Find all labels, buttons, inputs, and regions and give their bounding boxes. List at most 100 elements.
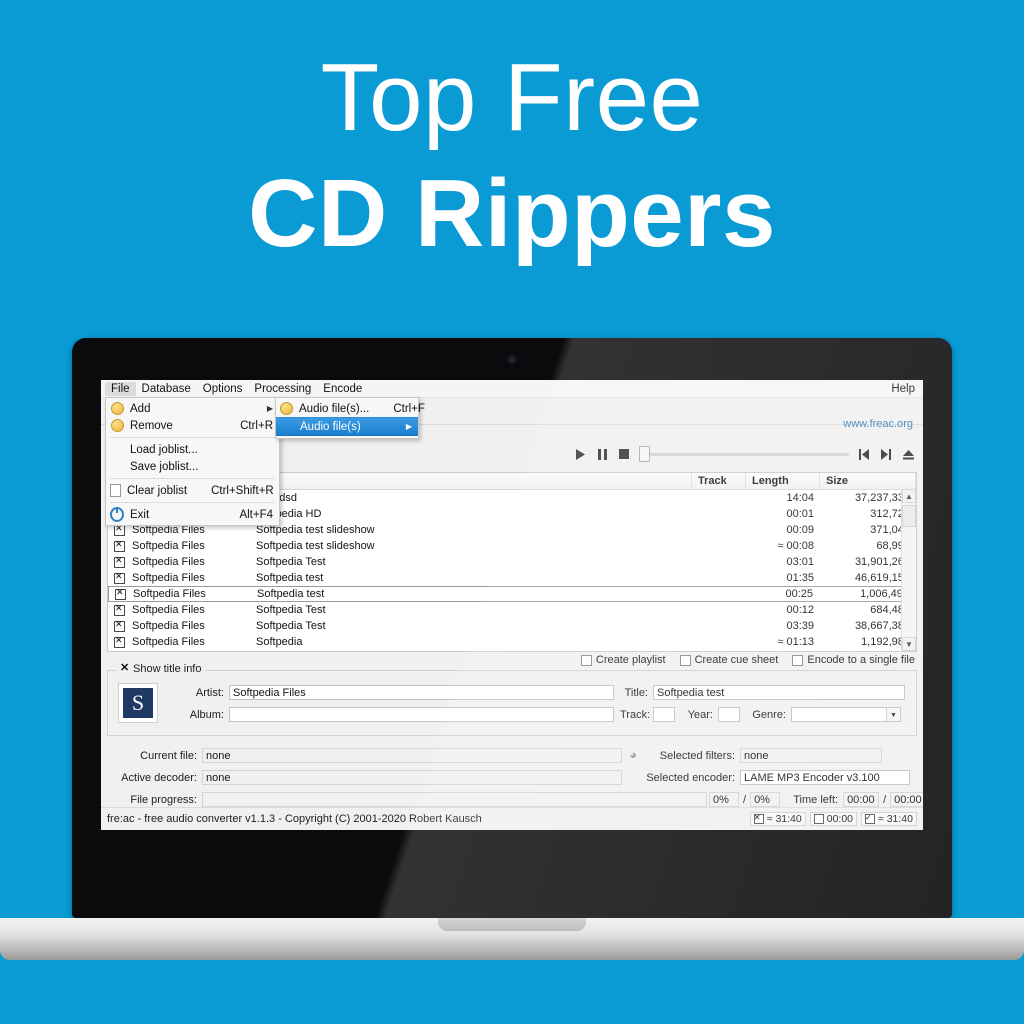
freac-application-window: File Database Options Processing Encode … — [101, 380, 923, 830]
menu-item-label: Load joblist... — [130, 443, 198, 456]
pause-icon[interactable] — [595, 447, 609, 461]
menu-item-audio-file-s[interactable]: Audio file(s)... Ctrl+F — [276, 400, 425, 417]
menu-processing[interactable]: Processing — [248, 382, 317, 396]
joblist-scrollbar[interactable]: ▲ ▼ — [901, 489, 916, 651]
artist-label: Artist: — [195, 686, 224, 699]
menu-item-save-joblist[interactable]: Save joblist... — [106, 458, 279, 475]
row-title: Softpedia Test — [256, 620, 326, 632]
previous-icon[interactable] — [857, 447, 871, 461]
table-row[interactable]: Softpedia FilesSoftpedia≈ 01:131,192,982 — [108, 634, 916, 650]
table-row[interactable]: Softpedia FilesSoftpedia Test00:12684,48… — [108, 602, 916, 618]
scroll-thumb[interactable] — [902, 505, 916, 527]
column-title[interactable]: Title — [250, 473, 692, 489]
genre-combobox[interactable]: ▼ — [791, 707, 901, 722]
row-artist: Softpedia Files — [132, 620, 205, 632]
table-row[interactable]: Softpedia Files Softpedia test slideshow ≈… — [108, 538, 916, 554]
row-length: 01:35 — [786, 572, 814, 584]
menu-item-shortcut: Ctrl+Shift+R — [211, 484, 274, 497]
menu-item-label: Audio file(s) — [300, 420, 361, 433]
menu-options[interactable]: Options — [197, 382, 249, 396]
checkbox-icon[interactable] — [580, 654, 592, 666]
row-artist: Softpedia Files — [132, 556, 205, 568]
show-title-info-label: Show title info — [133, 663, 202, 675]
artist-field[interactable]: Softpedia Files — [229, 685, 614, 700]
menu-item-remove[interactable]: Remove Ctrl+R — [106, 417, 279, 434]
table-row[interactable]: Softpedia FilesSoftpedia Test03:3938,667… — [108, 618, 916, 634]
option-encode-to-a-single-file[interactable]: Encode to a single file — [792, 654, 915, 666]
row-artist: Softpedia Files — [132, 540, 205, 552]
selected-encoder-value[interactable]: LAME MP3 Encoder v3.100 — [740, 770, 910, 785]
row-checkbox[interactable] — [108, 620, 126, 632]
scroll-down-icon[interactable]: ▼ — [902, 637, 916, 651]
option-label: Encode to a single file — [807, 654, 915, 666]
webcam-icon — [508, 356, 516, 363]
menu-item-load-joblist[interactable]: Load joblist... — [106, 441, 279, 458]
table-row[interactable]: Softpedia FilesSoftpedia Test03:0131,901… — [108, 554, 916, 570]
column-length[interactable]: Length — [746, 473, 820, 489]
menu-item-clear-joblist[interactable]: Clear joblist Ctrl+Shift+R — [106, 482, 279, 499]
checkbox-icon[interactable] — [792, 654, 804, 666]
file-progress-percent: 0% — [709, 792, 739, 807]
headline-line-2: CD Rippers — [248, 160, 776, 267]
row-title: Softpedia — [256, 636, 303, 648]
menu-database[interactable]: Database — [136, 382, 197, 396]
year-field[interactable] — [718, 707, 740, 722]
seek-slider[interactable] — [639, 446, 849, 462]
track-field[interactable] — [653, 707, 675, 722]
menu-item-add[interactable]: Add ▶ — [106, 400, 279, 417]
option-create-cue-sheet[interactable]: Create cue sheet — [679, 654, 778, 666]
add-submenu-popup[interactable]: Audio file(s)... Ctrl+F Audio file(s) ▶ — [275, 397, 425, 439]
title-label: Title: — [624, 686, 648, 699]
menu-encode[interactable]: Encode — [317, 382, 368, 396]
album-field[interactable] — [229, 707, 614, 722]
website-link[interactable]: www.freac.org — [843, 418, 913, 430]
row-checkbox[interactable] — [108, 604, 126, 616]
menu-item-shortcut: Ctrl+F — [393, 402, 425, 415]
menu-item-audio-file-s[interactable]: Audio file(s) ▶ — [276, 417, 418, 436]
row-checkbox[interactable] — [108, 556, 126, 568]
stop-icon[interactable] — [617, 447, 631, 461]
play-icon[interactable] — [573, 447, 587, 461]
row-length: ≈ 01:13 — [777, 636, 814, 648]
menu-file[interactable]: File — [105, 381, 136, 396]
menu-item-label: Exit — [130, 508, 150, 521]
status-checked-value: ≈ 31:40 — [766, 813, 802, 825]
file-menu-popup[interactable]: Add ▶ Remove Ctrl+R Load joblist... Save jobl… — [105, 397, 280, 526]
column-track[interactable]: Track — [692, 473, 746, 489]
menu-item-label: Audio file(s)... — [299, 402, 370, 415]
page-icon — [110, 484, 121, 498]
menu-item-exit[interactable]: Exit Alt+F4 — [106, 506, 279, 523]
laptop-lid: File Database Options Processing Encode … — [72, 338, 952, 918]
chevron-down-icon[interactable]: ▼ — [886, 708, 900, 721]
track-label: Track: — [620, 708, 651, 721]
table-row[interactable]: Softpedia FilesSoftpedia test00:251,006,… — [108, 586, 916, 602]
eject-icon[interactable] — [901, 447, 915, 461]
row-checkbox[interactable] — [108, 636, 126, 648]
album-art: S — [118, 683, 158, 723]
current-file-label: Current file: — [140, 749, 197, 762]
status-total-duration: ≈ 31:40 — [861, 811, 917, 826]
next-icon[interactable] — [879, 447, 893, 461]
title-field[interactable]: Softpedia test — [653, 685, 905, 700]
menu-help[interactable]: Help — [891, 383, 923, 395]
show-title-info-toggle[interactable]: Show title info — [116, 661, 206, 675]
checkbox-icon[interactable] — [679, 654, 691, 666]
show-title-info-checkbox[interactable] — [120, 661, 129, 674]
row-checkbox[interactable] — [109, 588, 127, 600]
scroll-up-icon[interactable]: ▲ — [902, 489, 916, 503]
option-create-playlist[interactable]: Create playlist — [580, 654, 666, 666]
row-length: 03:39 — [786, 620, 814, 632]
seek-handle[interactable] — [639, 446, 650, 462]
menu-item-shortcut: Ctrl+R — [240, 419, 273, 432]
column-size[interactable]: Size — [820, 473, 916, 489]
table-row[interactable]: Softpedia FilesSoftpedia test01:3546,619… — [108, 570, 916, 586]
total-icon — [865, 811, 876, 825]
poster-canvas: Top Free CD Rippers File Database Option… — [0, 0, 1024, 1024]
row-length: 00:25 — [785, 588, 813, 600]
menu-item-label: Remove — [130, 419, 173, 432]
encode-options: Create playlist Create cue sheet Encode to… — [580, 654, 915, 666]
row-checkbox[interactable] — [108, 572, 126, 584]
remove-icon — [110, 419, 124, 433]
row-checkbox[interactable] — [108, 540, 126, 552]
row-title: Softpedia test — [256, 572, 324, 584]
